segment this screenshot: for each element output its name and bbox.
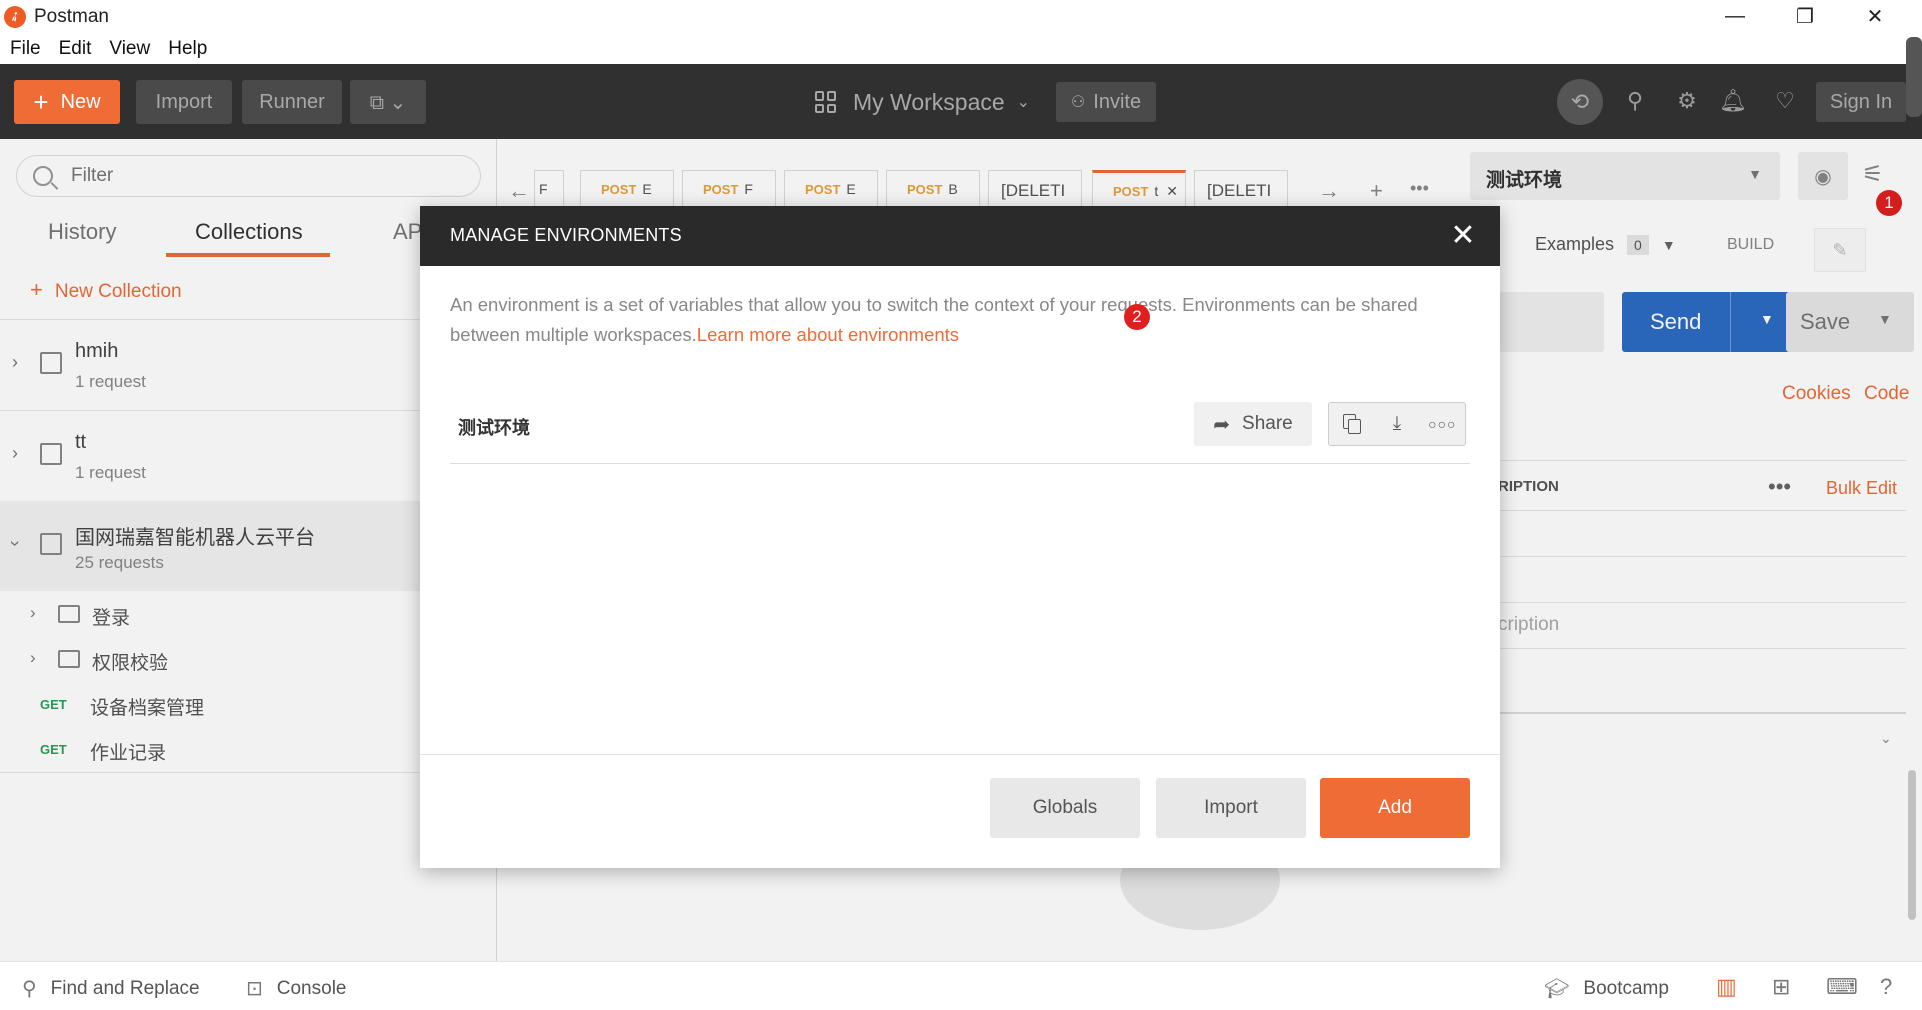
menu-bar: File Edit View Help — [0, 33, 1922, 64]
console-label: Console — [276, 977, 347, 999]
find-replace-button[interactable]: ⚲ Find and Replace — [22, 976, 200, 1001]
title-bar: ➶ Postman — ❐ ✕ — [0, 0, 1922, 33]
menu-file[interactable]: File — [10, 38, 41, 60]
new-button[interactable]: + New — [14, 80, 120, 124]
workspace-label: My Workspace — [853, 88, 1005, 115]
share-button[interactable]: ➦ Share — [1194, 402, 1312, 446]
learn-more-link[interactable]: Learn more about environments — [697, 324, 959, 345]
status-bar: ⚲ Find and Replace ⊡ Console 🎓︎ Bootcamp… — [0, 961, 1922, 1010]
share-label: Share — [1242, 413, 1293, 434]
app-title: Postman — [34, 5, 109, 27]
step-badge-2: 2 — [1124, 304, 1150, 330]
workspace-switcher[interactable]: My Workspace ⌄ — [815, 80, 1030, 124]
graduation-cap-icon: 🎓︎ — [1544, 978, 1570, 1000]
close-icon[interactable]: ✕ — [1446, 218, 1480, 252]
runner-button[interactable]: Runner — [242, 80, 342, 124]
invite-label: Invite — [1093, 90, 1142, 113]
bell-icon[interactable]: 🔔︎ — [1716, 84, 1750, 118]
search-icon: ⚲ — [22, 978, 37, 1000]
bootcamp-button[interactable]: 🎓︎ Bootcamp — [1544, 976, 1669, 1001]
user-plus-icon: ⚇ — [1070, 94, 1086, 111]
plus-icon: + — [33, 86, 49, 117]
minimize-button[interactable]: — — [1700, 0, 1770, 33]
sign-in-button[interactable]: Sign In — [1816, 82, 1906, 122]
download-icon[interactable]: ⤓ — [1381, 408, 1413, 440]
new-button-label: New — [60, 90, 101, 113]
window-controls: — ❐ ✕ — [1700, 0, 1910, 33]
menu-edit[interactable]: Edit — [59, 38, 92, 60]
new-window-button[interactable]: ⧉ ⌄ — [350, 80, 426, 124]
layout-icon[interactable]: ⊞ — [1772, 974, 1790, 1000]
keyboard-shortcuts-icon[interactable]: ⌨ — [1826, 974, 1858, 1000]
invite-button[interactable]: ⚇ Invite — [1056, 82, 1156, 122]
satellite-icon[interactable]: ⚲ — [1618, 84, 1652, 118]
window-scroll-edge — [1906, 37, 1922, 117]
environment-row[interactable]: 测试环境 ➦ Share ⤓ ○○○ — [450, 386, 1470, 464]
menu-help[interactable]: Help — [168, 38, 207, 60]
modal-title: MANAGE ENVIRONMENTS — [450, 225, 682, 245]
environment-actions: ⤓ ○○○ — [1328, 402, 1466, 446]
find-replace-label: Find and Replace — [50, 977, 200, 999]
add-button[interactable]: Add — [1320, 778, 1470, 838]
console-button[interactable]: ⊡ Console — [246, 976, 346, 1001]
console-icon: ⊡ — [246, 978, 263, 1000]
postman-window: ➶ Postman — ❐ ✕ File Edit View Help + Ne… — [0, 0, 1922, 1010]
help-icon[interactable]: ? — [1880, 974, 1892, 1000]
new-window-icon: ⧉ ⌄ — [369, 91, 407, 114]
modal-footer-divider — [420, 754, 1500, 755]
gear-icon[interactable]: ⚙ — [1670, 84, 1704, 118]
modal-description: An environment is a set of variables tha… — [450, 290, 1470, 350]
workspace-grid-icon — [815, 91, 837, 113]
environment-name[interactable]: 测试环境 — [458, 414, 530, 440]
modal-header: MANAGE ENVIRONMENTS ✕ — [420, 206, 1500, 266]
heart-icon[interactable]: ♡ — [1768, 84, 1802, 118]
more-options-icon[interactable]: ○○○ — [1426, 408, 1458, 440]
postman-logo-icon: ➶ — [4, 5, 26, 28]
two-pane-view-icon[interactable]: ▥ — [1716, 974, 1737, 1000]
sync-off-icon[interactable]: ⟲ — [1557, 79, 1603, 125]
chevron-down-icon: ⌄ — [1016, 94, 1031, 111]
app-header: + New Import Runner ⧉ ⌄ My Workspace ⌄ ⚇… — [0, 64, 1922, 139]
bootcamp-label: Bootcamp — [1583, 977, 1669, 999]
menu-view[interactable]: View — [109, 38, 150, 60]
import-button[interactable]: Import — [136, 80, 232, 124]
close-window-button[interactable]: ✕ — [1840, 0, 1910, 33]
manage-environments-modal: MANAGE ENVIRONMENTS ✕ An environment is … — [420, 206, 1500, 868]
restore-button[interactable]: ❐ — [1770, 0, 1840, 33]
share-arrow-icon: ➦ — [1213, 413, 1231, 436]
duplicate-icon[interactable] — [1336, 408, 1368, 440]
globals-button[interactable]: Globals — [990, 778, 1140, 838]
import-button[interactable]: Import — [1156, 778, 1306, 838]
